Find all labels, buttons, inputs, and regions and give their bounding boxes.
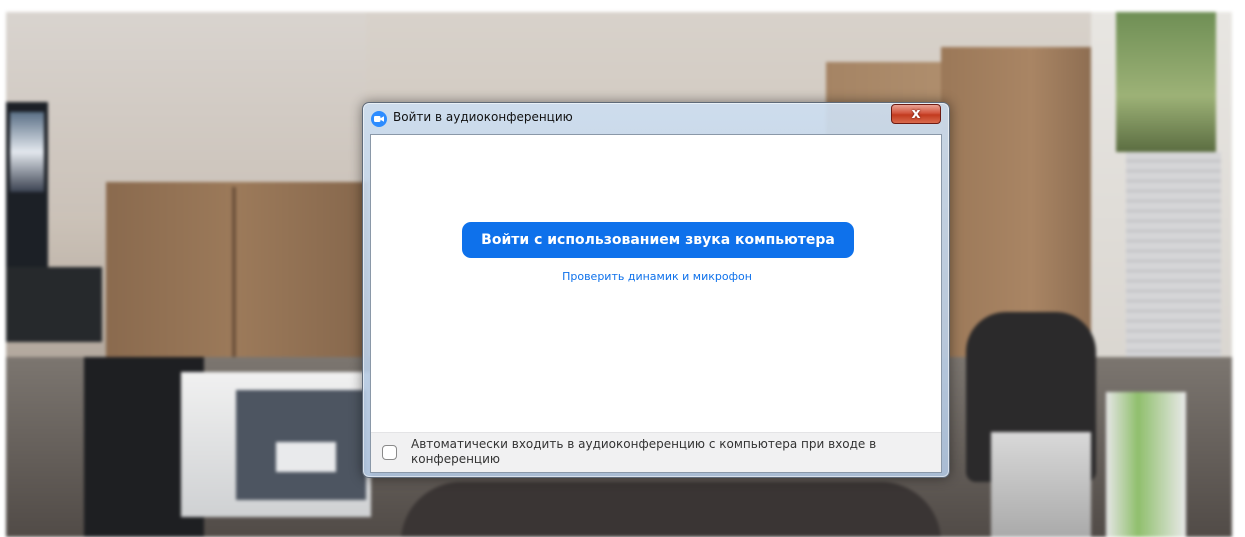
join-with-computer-audio-button[interactable]: Войти с использованием звука компьютера [462,222,854,258]
bg-cabinet-left [106,182,368,372]
camera-glyph-icon [374,116,384,122]
bg-papers [991,432,1091,537]
join-audio-dialog: Войти в аудиоконференцию x Войти с испол… [362,102,950,478]
bg-monitor-document [276,442,336,472]
dialog-footer: Автоматически входить в аудиоконференцию… [371,432,941,472]
bg-green-box [1106,392,1186,537]
dialog-titlebar[interactable]: Войти в аудиоконференцию x [363,103,949,133]
close-button[interactable]: x [891,104,941,124]
bg-dark-box [6,267,102,342]
app-window-stage: Войти в аудиоконференцию x Войти с испол… [0,0,1245,537]
bg-person [401,482,941,537]
close-icon: x [911,106,921,122]
zoom-camera-icon [371,111,387,127]
dialog-content: Войти с использованием звука компьютера … [370,134,942,473]
bg-cabinet-seam [232,187,236,367]
test-speaker-mic-link[interactable]: Проверить динамик и микрофон [371,270,941,283]
auto-join-label[interactable]: Автоматически входить в аудиоконференцию… [411,437,931,467]
bg-calendar-photo [1116,12,1216,152]
bg-tv-screen [10,112,44,192]
auto-join-checkbox[interactable] [382,445,397,460]
dialog-title: Войти в аудиоконференцию [393,110,573,124]
